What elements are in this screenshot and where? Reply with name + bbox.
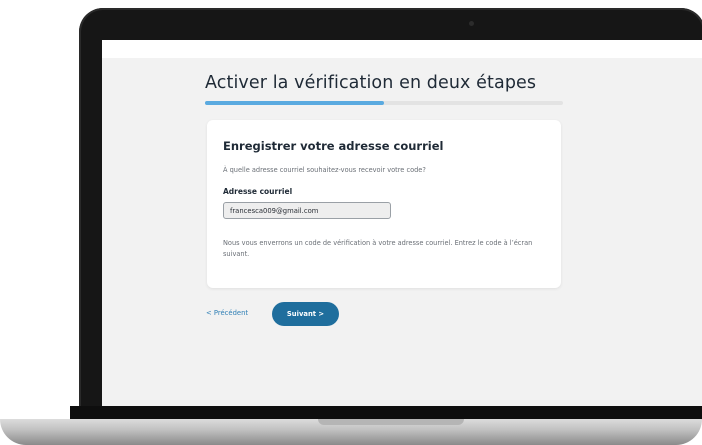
laptop-screen: Activer la vérification en deux étapes E… — [102, 40, 702, 406]
email-field[interactable] — [223, 202, 391, 219]
progress-bar-fill — [205, 101, 384, 105]
email-field-label: Adresse courriel — [223, 187, 293, 196]
email-card: Enregistrer votre adresse courriel À que… — [207, 120, 561, 288]
card-title: Enregistrer votre adresse courriel — [223, 139, 444, 153]
device-mockup: Activer la vérification en deux étapes E… — [0, 0, 702, 445]
card-question: À quelle adresse courriel souhaitez-vous… — [223, 166, 426, 174]
progress-bar — [205, 101, 563, 105]
browser-top-bar — [102, 40, 702, 58]
next-button[interactable]: Suivant > — [272, 302, 339, 326]
laptop-base-notch — [318, 419, 464, 425]
previous-link[interactable]: < Précédent — [206, 309, 248, 317]
laptop-base — [0, 419, 702, 445]
camera-dot — [469, 21, 474, 26]
page-title: Activer la vérification en deux étapes — [205, 73, 537, 93]
card-note: Nous vous enverrons un code de vérificat… — [223, 239, 533, 258]
laptop-hinge — [70, 406, 702, 419]
